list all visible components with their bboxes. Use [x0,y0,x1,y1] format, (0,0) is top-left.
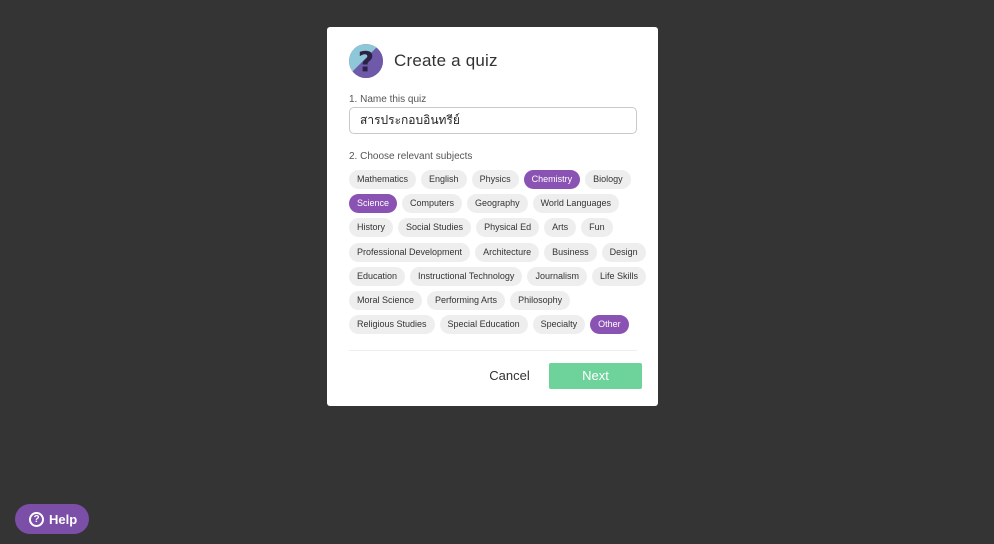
create-quiz-modal: ? Create a quiz 1. Name this quiz 2. Cho… [327,27,658,406]
subject-chip-biology[interactable]: Biology [585,170,631,189]
modal-header: ? Create a quiz [349,44,498,78]
subject-chip-business[interactable]: Business [544,242,597,262]
next-button[interactable]: Next [549,363,642,389]
help-circle-icon: ? [29,511,44,527]
subject-chip-philosophy[interactable]: Philosophy [510,290,571,310]
subject-chip-moral-science[interactable]: Moral Science [349,290,423,310]
subject-chip-instructional-technology[interactable]: Instructional Technology [410,266,523,286]
subject-chip-fun[interactable]: Fun [581,218,613,238]
modal-title: Create a quiz [394,51,498,70]
subject-chip-physical-ed[interactable]: Physical Ed [476,218,540,238]
subject-row: Moral Science Performing Arts Philosophy [349,290,641,310]
subject-chip-science[interactable]: Science [349,194,398,214]
subject-chip-education[interactable]: Education [349,266,406,286]
subject-chip-english[interactable]: English [421,170,467,189]
subject-chip-computers[interactable]: Computers [402,194,463,214]
subject-chip-other[interactable]: Other [590,315,629,335]
subject-chip-specialty[interactable]: Specialty [532,315,586,335]
subject-row: Religious Studies Special Education Specia… [349,315,641,335]
subject-chip-physics[interactable]: Physics [471,170,519,189]
question-mark-icon: ? [349,44,383,78]
subject-chip-special-education[interactable]: Special Education [439,315,528,335]
subject-row: Science Computers Geography World Languages [349,194,641,214]
subject-chip-professional-development[interactable]: Professional Development [349,242,471,262]
subject-row: Professional Development Architecture Busi… [349,242,646,262]
subject-chip-geography[interactable]: Geography [467,194,528,214]
subject-row: Mathematics English Physics Chemistry Biolog… [349,170,641,189]
name-label: 1. Name this quiz [349,94,427,105]
cancel-button[interactable]: Cancel [482,364,537,388]
quiz-name-input[interactable] [349,107,637,134]
subject-chip-architecture[interactable]: Architecture [475,242,540,262]
subject-row: History Social Studies Physical Ed Arts Fun [349,218,641,238]
subjects-label: 2. Choose relevant subjects [349,151,473,162]
subject-chip-social-studies[interactable]: Social Studies [398,218,472,238]
help-button[interactable]: ? Help [15,504,89,534]
subject-chips: Mathematics English Physics Chemistry Biolog… [349,170,646,339]
subject-chip-arts[interactable]: Arts [544,218,577,238]
subject-chip-world-languages[interactable]: World Languages [532,194,619,214]
help-label: Help [49,511,78,527]
subject-chip-religious-studies[interactable]: Religious Studies [349,315,435,335]
subject-chip-design[interactable]: Design [601,242,646,262]
subject-chip-chemistry[interactable]: Chemistry [523,170,581,189]
divider [349,350,637,351]
subject-chip-history[interactable]: History [349,218,394,238]
subject-row: Education Instructional Technology Journal… [349,266,646,286]
subject-chip-journalism[interactable]: Journalism [527,266,587,286]
subject-chip-performing-arts[interactable]: Performing Arts [427,290,506,310]
subject-chip-life-skills[interactable]: Life Skills [591,266,646,286]
subject-chip-mathematics[interactable]: Mathematics [349,170,417,189]
